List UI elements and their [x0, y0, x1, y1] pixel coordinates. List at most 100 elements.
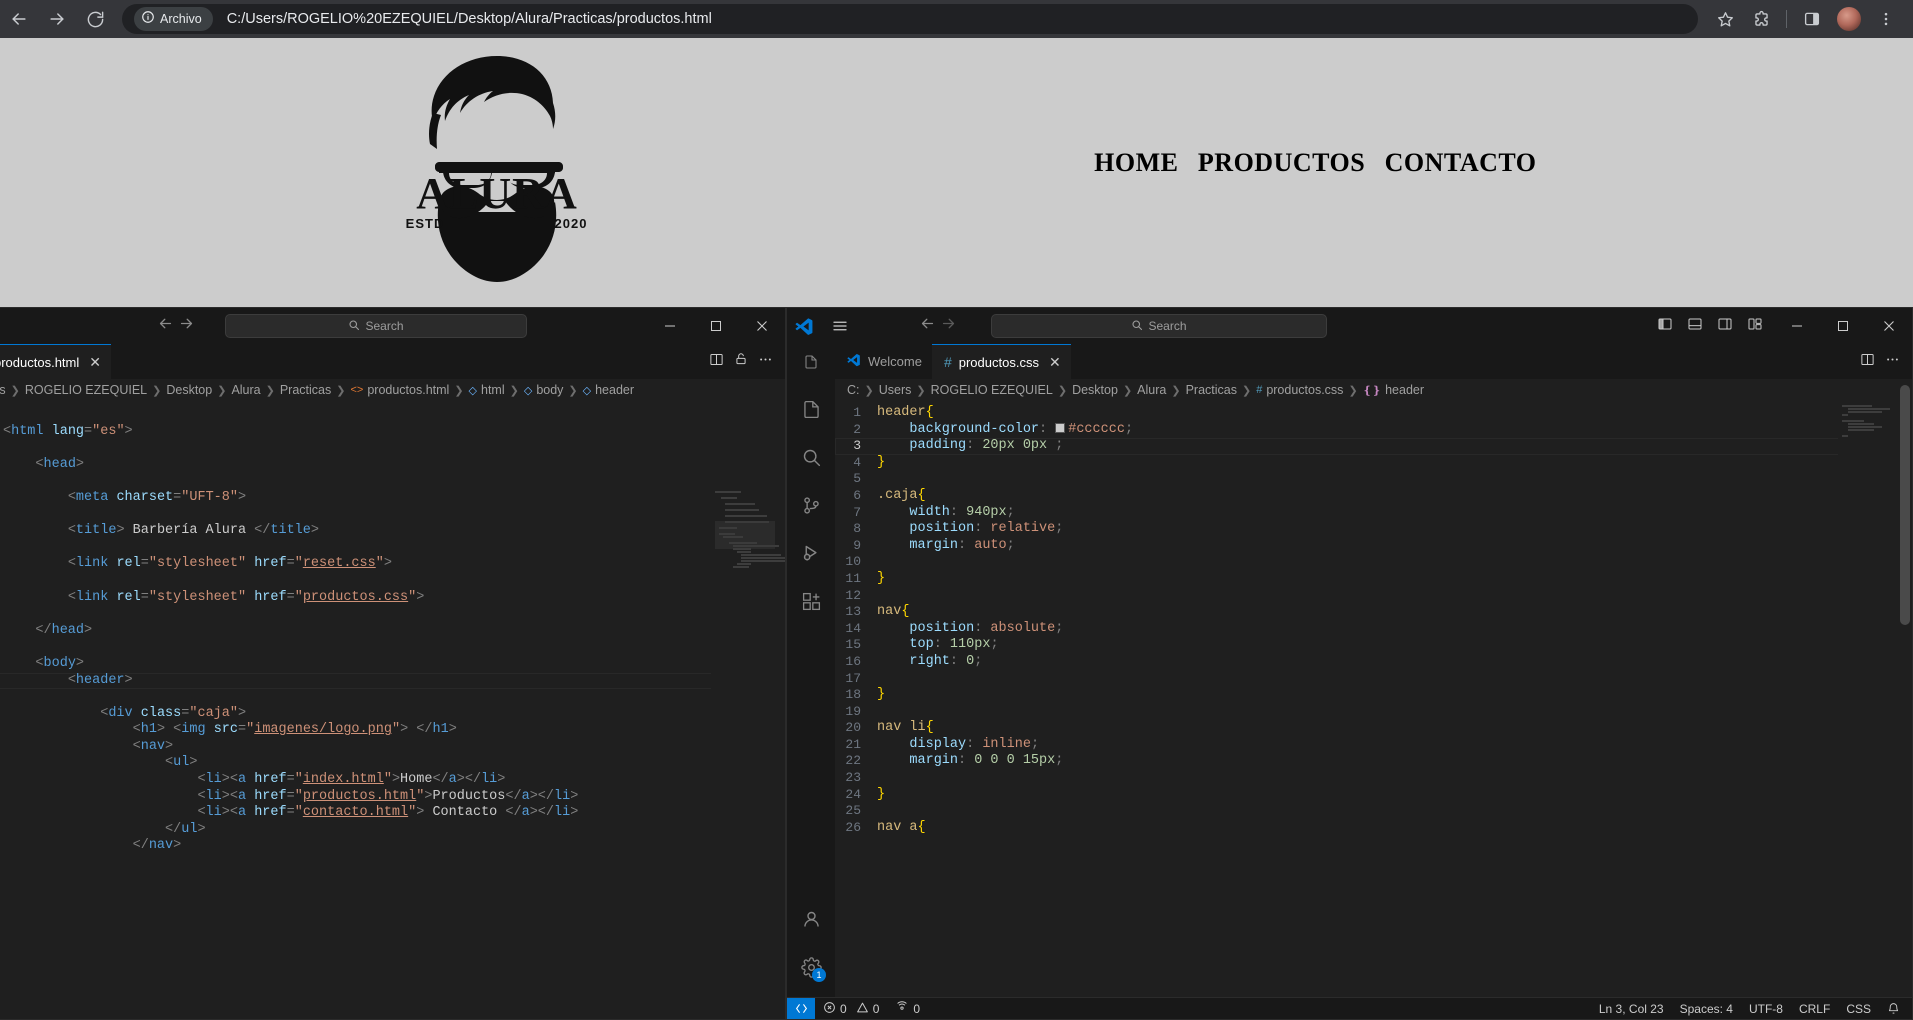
split-editor-icon[interactable]	[709, 352, 724, 372]
breadcrumb-item[interactable]: Desktop	[1072, 383, 1118, 397]
run-and-debug-icon[interactable]	[787, 529, 835, 577]
breadcrumb-item[interactable]: Users	[0, 383, 6, 397]
code-line[interactable]: 7 width: 940px;	[835, 505, 1912, 522]
code-line[interactable]: <li><a href="contacto.html"> Contacto </…	[0, 805, 785, 822]
code-line[interactable]: 16 right: 0;	[835, 654, 1912, 671]
three-dots-vertical-icon[interactable]	[1869, 2, 1903, 36]
code-line[interactable]: <header>	[0, 672, 785, 690]
code-line[interactable]: <h1> <img src="imagenes/logo.png"> </h1>	[0, 722, 785, 739]
code-line[interactable]: </nav>	[0, 838, 785, 855]
avatar[interactable]	[1837, 7, 1861, 31]
breadcrumb-item[interactable]: Users	[879, 383, 912, 397]
code-line[interactable]: 4}	[835, 455, 1912, 472]
breadcrumb-item[interactable]: Alura	[231, 383, 260, 397]
more-actions-icon[interactable]	[1885, 352, 1900, 372]
code-line[interactable]	[0, 507, 785, 524]
breadcrumb-item[interactable]: Alura	[1137, 383, 1166, 397]
code-line[interactable]: <body>	[0, 656, 785, 673]
toggle-panel-icon[interactable]	[1682, 316, 1708, 337]
html-window-breadcrumb[interactable]: Users ❯ ROGELIO EZEQUIEL ❯ Desktop ❯ Alura ❯ Pra…	[0, 379, 785, 401]
settings-gear-icon[interactable]: 1	[787, 943, 835, 991]
source-control-icon[interactable]	[787, 481, 835, 529]
browser-reload-button[interactable]	[76, 0, 114, 38]
code-line[interactable]: 24}	[835, 787, 1912, 804]
breadcrumb-item[interactable]: ROGELIO EZEQUIEL	[931, 383, 1053, 397]
arrow-left-icon[interactable]	[157, 315, 174, 337]
arrow-left-icon[interactable]	[919, 315, 936, 337]
close-icon[interactable]: ✕	[89, 354, 101, 371]
html-window-titlebar[interactable]: Search	[0, 308, 785, 344]
code-line[interactable]: 12	[835, 588, 1912, 605]
remote-window-icon[interactable]	[787, 997, 815, 1019]
minimize-icon[interactable]	[647, 308, 693, 344]
code-line[interactable]: 14 position: absolute;	[835, 621, 1912, 638]
code-line[interactable]: <li><a href="productos.html">Productos</…	[0, 789, 785, 806]
breadcrumb-item[interactable]: ❴❵ header	[1363, 383, 1424, 397]
indentation-status[interactable]: Spaces: 4	[1672, 1002, 1741, 1016]
breadcrumb-item[interactable]: # productos.css	[1256, 383, 1343, 397]
code-line[interactable]: 20 nav li{	[835, 720, 1912, 737]
code-line[interactable]: 3 padding: 20px 0px ;	[835, 438, 1912, 455]
css-editor-scrollbar[interactable]	[1898, 379, 1912, 1019]
tab-productos-css[interactable]: # productos.css ✕	[931, 344, 1071, 379]
vscode-window-css[interactable]: Search Welcome # productos.css ✕ 1 C: ❯ …	[786, 307, 1913, 1020]
code-line[interactable]: <html lang="es">	[0, 424, 785, 441]
explorer-icon[interactable]	[787, 385, 835, 433]
code-line[interactable]: </head>	[0, 623, 785, 640]
code-line[interactable]	[0, 573, 785, 590]
code-line[interactable]: <title> Barbería Alura </title>	[0, 523, 785, 540]
code-line[interactable]: 9 margin: auto;	[835, 538, 1912, 555]
nav-link-productos[interactable]: PRODUCTOS	[1198, 148, 1365, 177]
tab-welcome[interactable]: Welcome	[835, 344, 932, 379]
customize-layout-icon[interactable]	[1742, 316, 1768, 337]
problems-status[interactable]: 0 0	[815, 1001, 887, 1017]
accounts-icon[interactable]	[787, 895, 835, 943]
address-bar[interactable]: Archivo C:/Users/ROGELIO%20EZEQUIEL/Desk…	[122, 4, 1698, 34]
code-line[interactable]: <head>	[0, 457, 785, 474]
nav-link-home[interactable]: HOME	[1094, 148, 1178, 177]
explorer-icon-top[interactable]	[787, 344, 835, 379]
star-icon[interactable]	[1708, 2, 1742, 36]
code-line[interactable]: </ul>	[0, 822, 785, 839]
code-line[interactable]: 26 nav a{	[835, 820, 1912, 837]
side-panel-icon[interactable]	[1795, 2, 1829, 36]
code-line[interactable]	[0, 639, 785, 656]
breadcrumb-item[interactable]: <> productos.html	[350, 383, 449, 397]
breadcrumb-item[interactable]: ◇ html	[469, 383, 505, 397]
minimize-icon[interactable]	[1774, 308, 1820, 344]
code-line[interactable]: 11}	[835, 571, 1912, 588]
html-code-editor[interactable]: <html lang="es"> <head> <meta charset="U…	[0, 401, 785, 1019]
nav-link-contacto[interactable]: CONTACTO	[1385, 148, 1537, 177]
code-line[interactable]	[0, 473, 785, 490]
arrow-right-icon[interactable]	[178, 315, 195, 337]
cursor-position[interactable]: Ln 3, Col 23	[1591, 1002, 1672, 1016]
code-line[interactable]: <link rel="stylesheet" href="reset.css">	[0, 556, 785, 573]
toggle-primary-sidebar-icon[interactable]	[1652, 316, 1678, 337]
code-line[interactable]: <li><a href="index.html">Home</a></li>	[0, 772, 785, 789]
code-line[interactable]: 25	[835, 803, 1912, 820]
breadcrumb-item[interactable]: Practicas	[1186, 383, 1237, 397]
maximize-icon[interactable]	[693, 308, 739, 344]
html-editor-minimap[interactable]	[711, 401, 785, 1019]
encoding-status[interactable]: UTF-8	[1741, 1002, 1791, 1016]
extensions-icon[interactable]	[787, 577, 835, 625]
code-line[interactable]: 13 nav{	[835, 604, 1912, 621]
maximize-icon[interactable]	[1820, 308, 1866, 344]
search-icon[interactable]	[787, 433, 835, 481]
eol-status[interactable]: CRLF	[1791, 1002, 1838, 1016]
code-line[interactable]: 5	[835, 471, 1912, 488]
ports-status[interactable]: 0	[887, 1000, 928, 1017]
html-window-search-input[interactable]: Search	[225, 314, 527, 338]
code-line[interactable]: 19	[835, 704, 1912, 721]
code-line[interactable]: <meta charset="UFT-8">	[0, 490, 785, 507]
css-window-breadcrumb[interactable]: C: ❯ Users ❯ ROGELIO EZEQUIEL ❯ Desktop ❯ Alura ❯…	[835, 379, 1912, 401]
breadcrumb-item[interactable]: Practicas	[280, 383, 331, 397]
code-line[interactable]: 18}	[835, 687, 1912, 704]
code-line[interactable]: <nav>	[0, 739, 785, 756]
code-line[interactable]	[0, 540, 785, 557]
breadcrumb-item[interactable]: ◇ header	[583, 383, 634, 397]
code-line[interactable]: 8 position: relative;	[835, 521, 1912, 538]
css-code-editor[interactable]: 1 header{2 background-color: #cccccc; 3 pa…	[835, 401, 1912, 1019]
tab-productos-html[interactable]: productos.html ✕	[0, 344, 111, 379]
close-icon[interactable]	[739, 308, 785, 344]
